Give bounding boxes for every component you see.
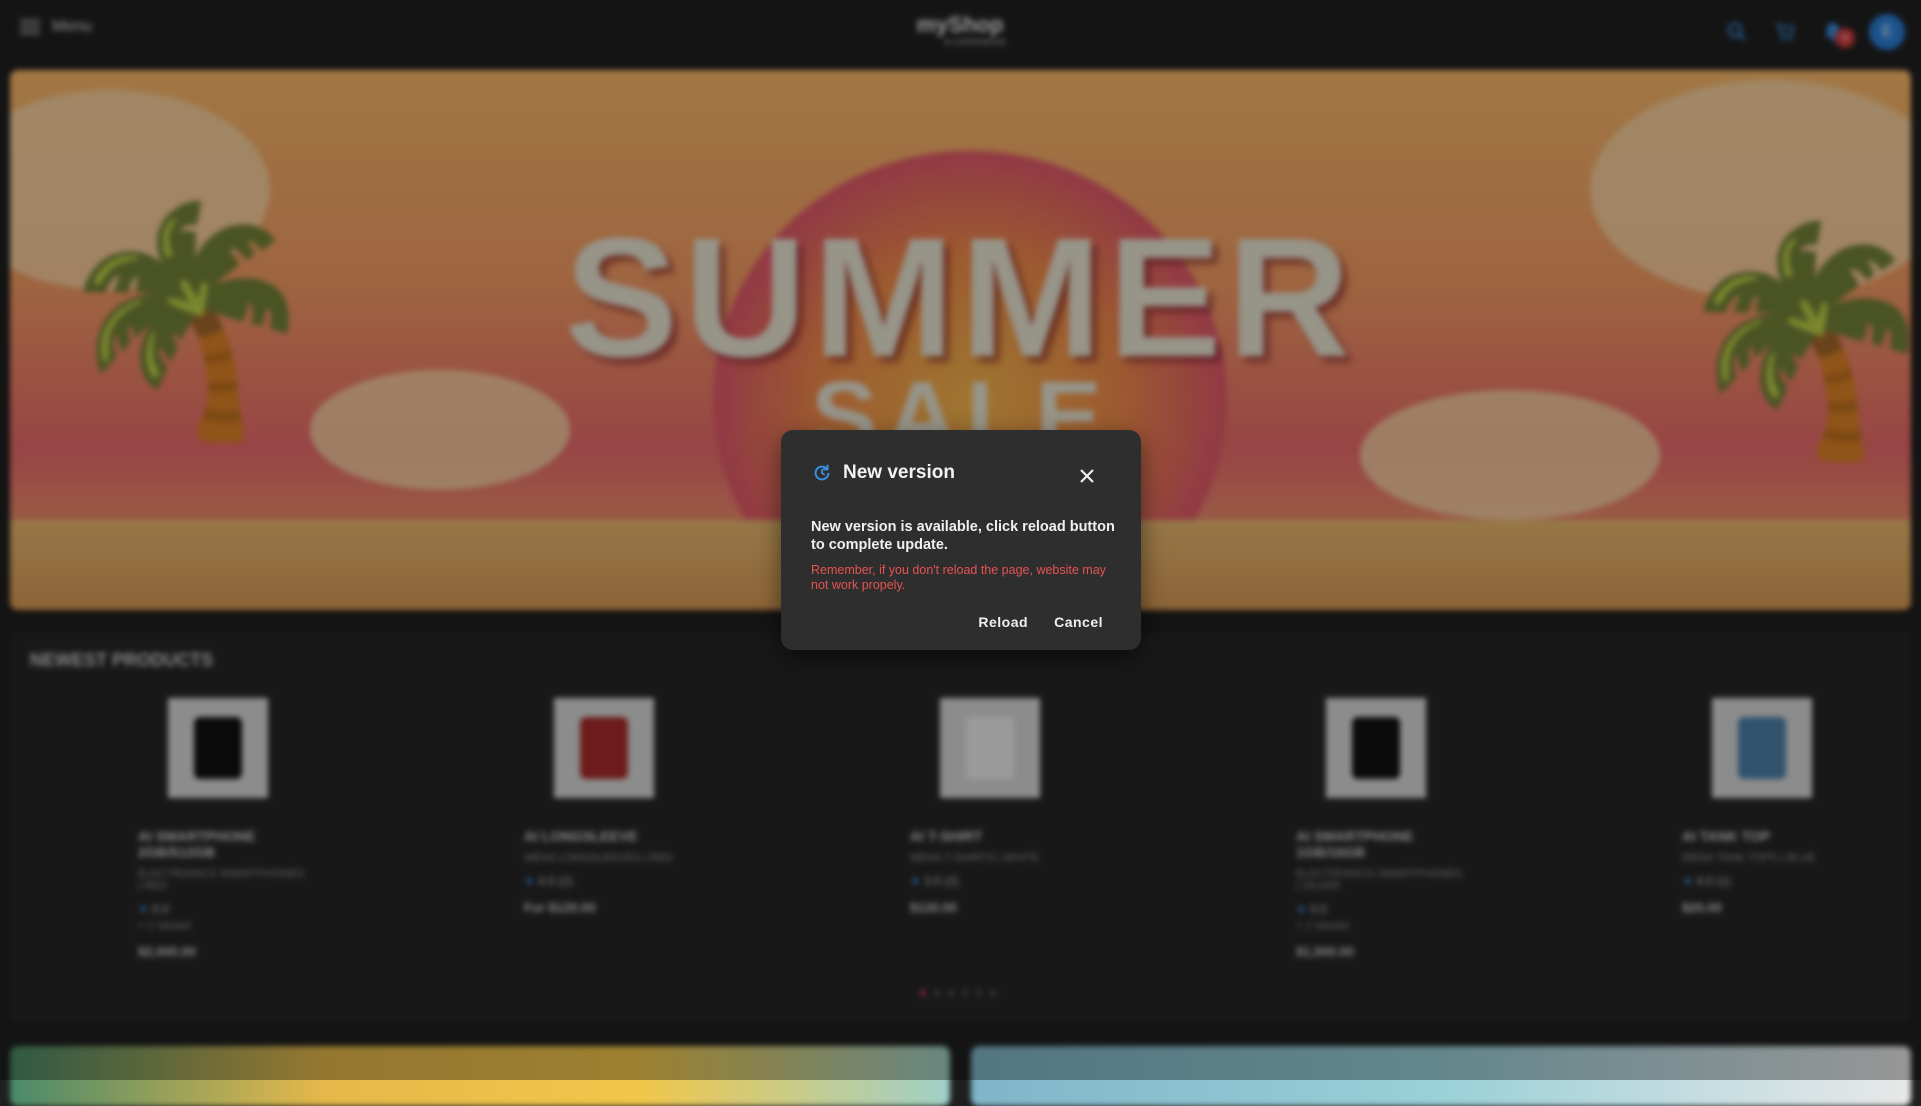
- reload-button[interactable]: Reload: [978, 614, 1028, 630]
- cancel-button[interactable]: Cancel: [1054, 614, 1103, 630]
- close-icon[interactable]: [1077, 466, 1097, 486]
- refresh-icon: [814, 464, 830, 481]
- dialog-header: New version: [811, 462, 955, 484]
- dialog-message: New version is available, click reload b…: [811, 519, 1115, 553]
- dialog-warning: Remember, if you don't reload the page, …: [811, 563, 1106, 592]
- dialog-title: New version: [843, 462, 955, 483]
- dialog-actions: Reload Cancel: [978, 614, 1103, 630]
- new-version-dialog: New version New version is available, cl…: [781, 430, 1141, 650]
